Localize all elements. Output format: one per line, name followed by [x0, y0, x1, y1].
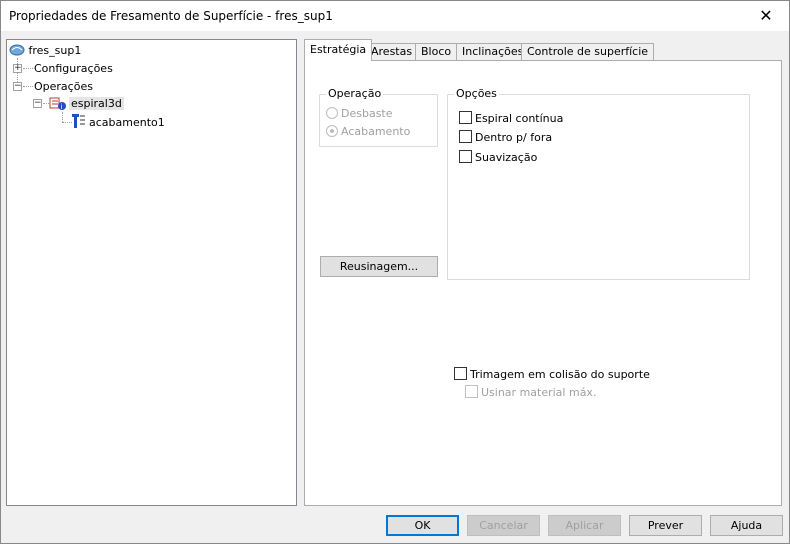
tree-root-label: fres_sup1: [28, 44, 82, 57]
svg-text:i: i: [61, 103, 63, 111]
tree-configuracoes-label: Configurações: [34, 62, 113, 75]
opcoes-group: Opções Espiral contínua Dentro p/ fora S…: [447, 87, 750, 280]
close-icon[interactable]: ✕: [743, 1, 789, 31]
tree-item-root[interactable]: fres_sup1: [9, 42, 81, 59]
operations-tree[interactable]: fres_sup1 + Configurações − Operações − …: [6, 39, 297, 506]
collapse-operacoes-icon[interactable]: −: [13, 82, 22, 91]
tab-arestas[interactable]: Arestas: [365, 43, 419, 61]
tree-line: [23, 86, 33, 87]
window-title: Propriedades de Fresamento de Superfície…: [9, 9, 333, 23]
operacao-group-label: Operação: [326, 87, 384, 100]
tree-item-configuracoes[interactable]: Configurações: [34, 60, 113, 77]
check-suavizacao[interactable]: Suavização: [459, 150, 537, 166]
properties-dialog: Propriedades de Fresamento de Superfície…: [0, 0, 790, 544]
strategy-panel: Operação Desbaste Acabamento Opções Espi…: [304, 60, 782, 506]
tab-estrategia[interactable]: Estratégia: [304, 39, 373, 61]
check-dentro-fora[interactable]: Dentro p/ fora: [459, 130, 552, 146]
title-bar: Propriedades de Fresamento de Superfície…: [1, 1, 789, 31]
reusinagem-button[interactable]: Reusinagem...: [320, 256, 438, 277]
tool-icon: [72, 114, 85, 128]
check-trimagem-label: Trimagem em colisão do suporte: [470, 368, 650, 381]
preview-button[interactable]: Prever: [629, 515, 702, 536]
tree-item-espiral3d[interactable]: espiral3d: [69, 95, 124, 112]
operacao-group: Operação Desbaste Acabamento: [319, 87, 438, 147]
radio-acabamento[interactable]: Acabamento: [326, 124, 410, 140]
ok-button[interactable]: OK: [386, 515, 459, 536]
tab-controle-superficie[interactable]: Controle de superfície: [521, 43, 655, 61]
checkbox-espiral-continua[interactable]: [459, 111, 472, 124]
radio-acabamento-label: Acabamento: [341, 125, 411, 138]
collapse-espiral3d-icon[interactable]: −: [33, 99, 42, 108]
milling-root-icon: [9, 44, 25, 56]
radio-desbaste-label: Desbaste: [341, 107, 393, 120]
opcoes-group-label: Opções: [454, 87, 499, 100]
tree-acabamento1-label: acabamento1: [89, 116, 165, 129]
checkbox-suavizacao[interactable]: [459, 150, 472, 163]
tree-operacoes-label: Operações: [34, 80, 93, 93]
checkbox-dentro-fora[interactable]: [459, 130, 472, 143]
tree-line: [23, 68, 33, 69]
radio-acabamento-indicator[interactable]: [326, 125, 338, 137]
check-dentro-fora-label: Dentro p/ fora: [475, 131, 553, 144]
expand-configuracoes-icon[interactable]: +: [13, 64, 22, 73]
tree-item-operacoes[interactable]: Operações: [34, 78, 93, 95]
help-button[interactable]: Ajuda: [710, 515, 783, 536]
tree-espiral3d-label: espiral3d: [69, 97, 124, 110]
check-espiral-continua[interactable]: Espiral contínua: [459, 111, 563, 127]
check-trimagem[interactable]: Trimagem em colisão do suporte: [454, 367, 650, 383]
tree-item-acabamento1[interactable]: acabamento1: [89, 114, 165, 131]
tab-bloco[interactable]: Bloco: [415, 43, 458, 61]
check-espiral-continua-label: Espiral contínua: [475, 112, 564, 125]
radio-desbaste-indicator[interactable]: [326, 107, 338, 119]
check-usinar-material-label: Usinar material máx.: [481, 386, 597, 399]
spiral-operation-icon: i: [49, 97, 66, 111]
tree-line: [62, 112, 63, 122]
apply-button[interactable]: Aplicar: [548, 515, 621, 536]
checkbox-usinar-material[interactable]: [465, 385, 478, 398]
tab-inclinacoes[interactable]: Inclinações: [456, 43, 530, 61]
checkbox-trimagem[interactable]: [454, 367, 467, 380]
cancel-button[interactable]: Cancelar: [467, 515, 540, 536]
check-suavizacao-label: Suavização: [475, 151, 538, 164]
radio-desbaste[interactable]: Desbaste: [326, 106, 393, 122]
check-usinar-material[interactable]: Usinar material máx.: [465, 385, 596, 401]
